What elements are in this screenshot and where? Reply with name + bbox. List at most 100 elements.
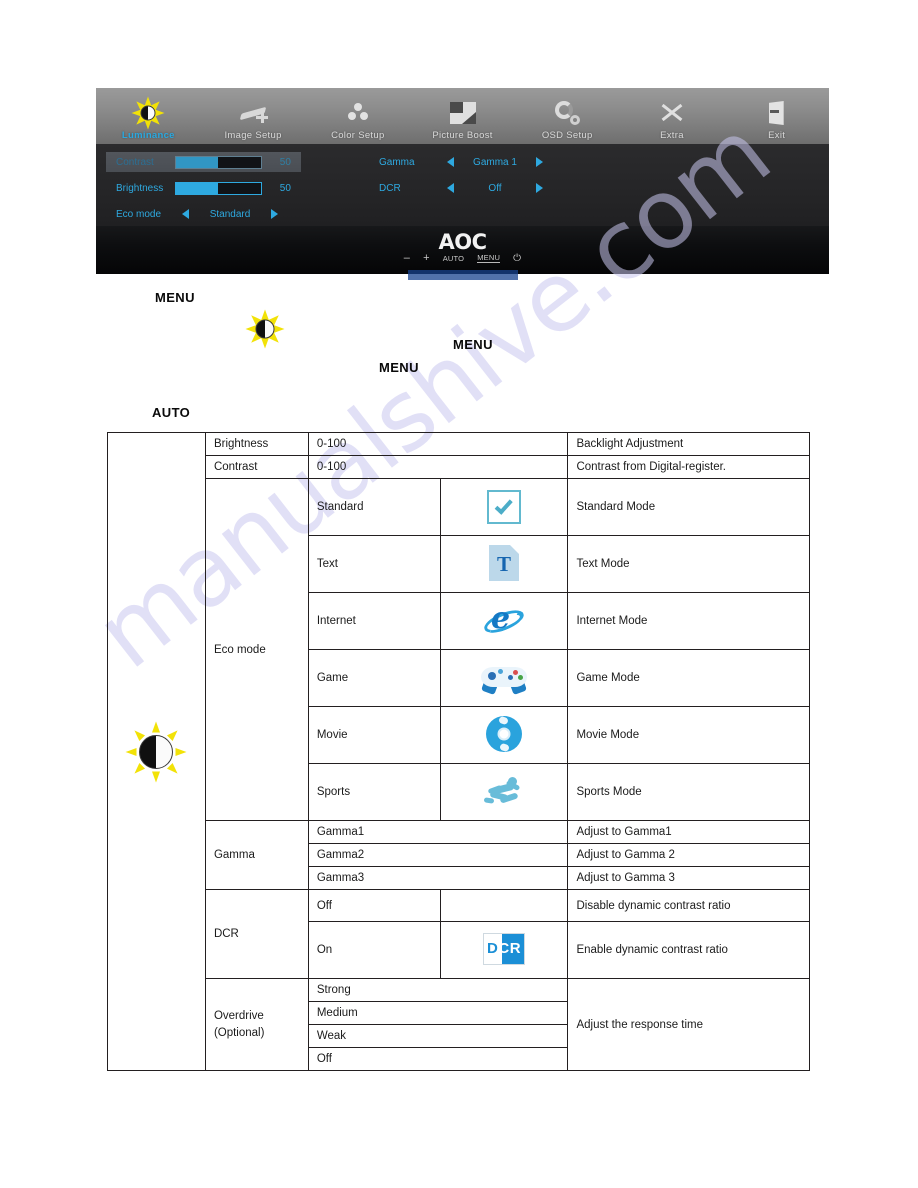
table-cell-picture	[439, 763, 569, 821]
table-row: Contrast 0-100 Contrast from Digital-reg…	[108, 455, 810, 479]
table-cell-feature: Overdrive (Optional)	[204, 978, 309, 1071]
table-cell-description: Game Mode	[567, 649, 810, 707]
osd-brightness-slider[interactable]	[174, 181, 262, 195]
osd-eco-mode-value: Standard	[209, 208, 251, 220]
dcr-badge-letter-r: R	[509, 940, 522, 957]
movie-disc-icon	[486, 715, 523, 752]
picture-boost-icon	[443, 98, 483, 128]
table-row: Gamma Gamma1 Adjust to Gamma1	[108, 820, 810, 890]
table-luminance-icon-cell	[107, 432, 206, 1071]
table-cell-description: Adjust to Gamma 3	[567, 866, 810, 890]
table-cell-option: Gamma2	[307, 843, 569, 867]
eco-mode-prev-arrow-icon[interactable]	[182, 209, 189, 219]
table-cell-option: 0-100	[307, 455, 569, 479]
osd-contrast-row[interactable]: Contrast 50	[106, 152, 301, 172]
table-cell-option: Off	[307, 889, 441, 922]
table-cell-feature: Eco mode	[204, 478, 309, 821]
dcr-badge-icon: D C R	[483, 932, 526, 965]
table-cell-option: Internet	[307, 592, 441, 650]
table-cell-option: Gamma3	[307, 866, 569, 890]
osd-contrast-slider[interactable]	[174, 155, 262, 169]
table-cell-description: Adjust to Gamma 2	[567, 843, 810, 867]
table-cell-description: Movie Mode	[567, 706, 810, 764]
monitor-stand	[407, 270, 518, 280]
osd-tab-label: Exit	[768, 130, 786, 141]
dcr-badge-letter-c: C	[498, 940, 510, 957]
osd-tab-exit[interactable]: Exit	[724, 88, 829, 144]
table-cell-option: Text	[307, 535, 441, 593]
table-cell-option: On	[307, 921, 441, 979]
osd-dcr-row[interactable]: DCR Off	[379, 178, 599, 198]
keyword-menu-1: MENU	[155, 290, 195, 305]
osd-setup-gear-icon	[547, 98, 587, 128]
internet-explorer-icon: e	[481, 600, 527, 638]
table-cell-option: Movie	[307, 706, 441, 764]
osd-tab-extra[interactable]: Extra	[620, 88, 725, 144]
table-cell-option: Medium	[307, 1001, 569, 1025]
dcr-next-arrow-icon[interactable]	[536, 183, 543, 193]
osd-tab-picture-boost[interactable]: Picture Boost	[410, 88, 515, 144]
osd-brightness-row[interactable]: Brightness 50	[106, 178, 301, 198]
dcr-prev-arrow-icon[interactable]	[447, 183, 454, 193]
osd-gamma-label: Gamma	[379, 156, 415, 168]
osd-brightness-label: Brightness	[116, 182, 164, 194]
osd-gamma-row[interactable]: Gamma Gamma 1	[379, 152, 599, 172]
monitor-bezel: AOC – + AUTO MENU ⏻	[96, 226, 829, 280]
table-cell-picture	[439, 706, 569, 764]
bezel-power-button[interactable]: ⏻	[513, 253, 521, 264]
text-icon-letter: T	[497, 551, 512, 576]
table-cell-option: 0-100	[307, 432, 569, 456]
monitor-osd-screenshot: Luminance Image Setup Color Setup Pictur…	[96, 88, 829, 280]
exit-door-icon	[757, 98, 797, 128]
table-cell-description: Adjust to Gamma1	[567, 820, 810, 844]
table-cell-picture	[439, 478, 569, 536]
table-cell-option: Game	[307, 649, 441, 707]
osd-brightness-value: 50	[279, 182, 291, 194]
table-cell-option: Gamma1	[307, 820, 569, 844]
table-cell-description: Standard Mode	[567, 478, 810, 536]
table-cell-description: Disable dynamic contrast ratio	[567, 889, 810, 922]
osd-tab-osd-setup[interactable]: OSD Setup	[515, 88, 620, 144]
bezel-minus-button[interactable]: –	[404, 253, 410, 264]
overdrive-label-line1: Overdrive	[213, 1009, 264, 1022]
luminance-sun-icon	[128, 96, 168, 130]
ie-icon-letter: e	[491, 600, 511, 636]
sports-runner-icon	[482, 775, 526, 807]
table-cell-description: Adjust the response time	[567, 978, 810, 1071]
table-cell-description: Contrast from Digital-register.	[567, 455, 810, 479]
osd-eco-mode-label: Eco mode	[116, 208, 162, 220]
bezel-menu-button[interactable]: MENU	[477, 254, 501, 264]
keyword-auto-1: AUTO	[152, 405, 191, 420]
bezel-auto-button[interactable]: AUTO	[443, 255, 465, 263]
gamma-next-arrow-icon[interactable]	[536, 157, 543, 167]
table-cell-feature: Gamma	[204, 820, 309, 890]
eco-mode-next-arrow-icon[interactable]	[271, 209, 278, 219]
table-cell-option: Weak	[307, 1024, 569, 1048]
table-cell-option: Standard	[307, 478, 441, 536]
text-document-icon: T	[489, 544, 520, 581]
table-cell-description: Text Mode	[567, 535, 810, 593]
osd-contrast-label: Contrast	[116, 156, 154, 168]
osd-tab-luminance[interactable]: Luminance	[96, 88, 201, 144]
osd-tab-image-setup[interactable]: Image Setup	[201, 88, 306, 144]
table-cell-picture	[439, 889, 569, 922]
table-cell-option: Strong	[307, 978, 569, 1002]
table-cell-picture: e	[439, 592, 569, 650]
extra-tools-icon	[652, 98, 692, 128]
bezel-button-row: – + AUTO MENU ⏻	[96, 253, 829, 264]
osd-eco-mode-row[interactable]: Eco mode Standard	[106, 204, 316, 224]
document-page: manualshive.com Luminance Image Setup Co…	[0, 0, 918, 1188]
osd-tab-label: OSD Setup	[541, 130, 593, 141]
table-cell-picture: D C R	[439, 921, 569, 979]
standard-check-icon	[487, 490, 522, 524]
table-cell-description: Backlight Adjustment	[567, 432, 810, 456]
gamma-prev-arrow-icon[interactable]	[447, 157, 454, 167]
osd-tab-label: Picture Boost	[432, 130, 493, 141]
image-setup-icon	[233, 98, 273, 128]
table-cell-picture: T	[439, 535, 569, 593]
osd-tab-color-setup[interactable]: Color Setup	[305, 88, 410, 144]
keyword-menu-2: MENU	[453, 337, 493, 352]
bezel-plus-button[interactable]: +	[423, 253, 430, 264]
table-cell-option: Sports	[307, 763, 441, 821]
inline-luminance-sun-icon	[245, 309, 285, 351]
